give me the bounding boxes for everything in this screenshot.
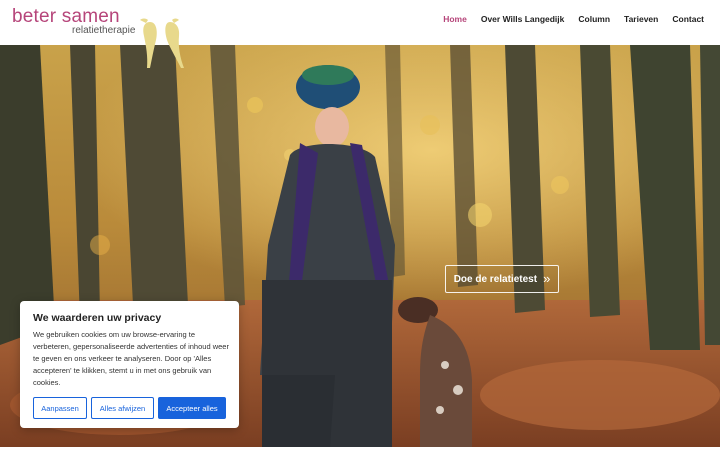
- site-header: beter samen relatietherapie Home Over Wi…: [0, 0, 720, 68]
- logo-subtitle: relatietherapie: [72, 25, 136, 36]
- nav-item-column[interactable]: Column: [578, 14, 610, 24]
- main-nav: Home Over Wills Langedijk Column Tarieve…: [443, 14, 704, 24]
- site-logo[interactable]: beter samen relatietherapie: [12, 6, 192, 68]
- nav-item-home[interactable]: Home: [443, 14, 467, 24]
- nav-item-over-wills-langedijk[interactable]: Over Wills Langedijk: [481, 14, 565, 24]
- relatietest-button[interactable]: Doe de relatietest »: [445, 265, 559, 293]
- cookie-title: We waarderen uw privacy: [33, 312, 162, 324]
- two-birds-icon: [140, 18, 184, 68]
- cookie-text: We gebruiken cookies om uw browse-ervari…: [33, 330, 229, 387]
- double-chevron-right-icon: »: [543, 271, 551, 286]
- accept-all-button[interactable]: Accepteer alles: [158, 397, 226, 419]
- nav-item-contact[interactable]: Contact: [672, 14, 704, 24]
- customize-button[interactable]: Aanpassen: [33, 397, 87, 419]
- reject-all-button[interactable]: Alles afwijzen: [91, 397, 154, 419]
- cookie-consent-dialog: We waarderen uw privacy We gebruiken coo…: [20, 301, 239, 428]
- nav-item-tarieven[interactable]: Tarieven: [624, 14, 658, 24]
- relatietest-label: Doe de relatietest: [453, 273, 538, 285]
